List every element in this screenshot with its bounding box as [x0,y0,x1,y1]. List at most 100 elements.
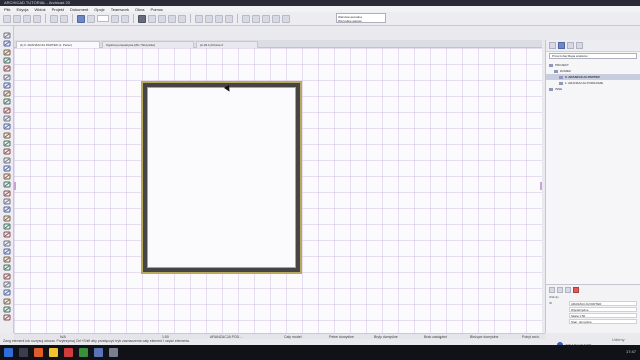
clone-icon[interactable] [557,286,563,293]
renovation-icon[interactable] [272,14,280,23]
elevation-icon[interactable] [158,14,166,23]
tab-floor-plan[interactable]: [1] 0. ARANŻACJA PARTER (1. Parter) [16,41,100,48]
library-icon[interactable] [225,14,233,23]
start-icon[interactable] [4,348,13,357]
menu-item-pomoc[interactable]: Pomoc [151,7,163,12]
door-tool-icon[interactable] [3,115,11,122]
opening-tool-icon[interactable] [3,140,11,147]
zone-tool-icon[interactable] [3,173,11,180]
delete-icon[interactable] [573,286,579,293]
media-icon[interactable] [64,348,73,357]
menu-item-edycja[interactable]: Edycja [16,7,28,12]
property-value[interactable]: Współrzędne [569,306,637,312]
figure-tool-icon[interactable] [3,306,11,313]
attributes-icon[interactable] [242,14,250,23]
render-icon[interactable] [205,14,213,23]
project-map-icon[interactable] [549,42,556,49]
model-view-icon[interactable] [262,14,270,23]
marquee-tool-icon[interactable] [87,14,95,23]
skylight-tool-icon[interactable] [3,98,11,105]
column-tool-icon[interactable] [3,57,11,64]
tree-item[interactable]: INNE [546,86,640,92]
view-map-icon[interactable] [558,42,565,49]
mesh-tool-icon[interactable] [3,165,11,172]
search-icon[interactable] [19,348,28,357]
new-folder-icon[interactable] [549,286,555,293]
camera-tool-icon[interactable] [3,298,11,305]
menu-item-okna[interactable]: Okna [135,7,145,12]
publish-icon[interactable] [215,14,223,23]
stair-tool-icon[interactable] [3,148,11,155]
new-icon[interactable] [3,14,11,23]
quick-option[interactable]: Bryły domyślne [374,334,398,340]
menu-item-opcje[interactable]: Opcje [94,7,104,12]
beam-tool-icon[interactable] [3,65,11,72]
drawing-canvas[interactable] [14,48,542,333]
section-tool-icon[interactable] [3,273,11,280]
railing-tool-icon[interactable] [3,157,11,164]
menu-item-teamwork[interactable]: Teamwork [111,7,129,12]
property-value[interactable]: Skala 1:50 [569,312,637,318]
property-value[interactable]: ARANŻACJA PARTER [569,300,637,306]
shell-tool-icon[interactable] [3,90,11,97]
section-icon[interactable] [148,14,156,23]
level-tool-icon[interactable] [3,206,11,213]
undo-icon[interactable] [50,14,58,23]
navigator-combo[interactable]: Przeczuhaj Mapa widoków [549,53,637,59]
corner-window-tool-icon[interactable] [3,132,11,139]
arrow-tool-icon[interactable] [3,32,11,39]
spline-tool-icon[interactable] [3,314,11,321]
menu-item-widok[interactable]: Widok [34,7,45,12]
roof-tool-icon[interactable] [3,82,11,89]
settings-icon[interactable] [168,14,176,23]
app-icon[interactable] [109,348,118,357]
tab-section[interactable]: [A-03.1] Rzunie 0 [196,41,258,48]
layout-book-icon[interactable] [567,42,574,49]
dimension-tool-icon[interactable] [3,198,11,205]
publisher-icon[interactable] [576,42,583,49]
print-icon[interactable] [33,14,41,23]
lamp-tool-icon[interactable] [3,190,11,197]
tool-dropdown[interactable] [97,15,109,22]
layer-combo-select[interactable]: Warstwa aamalna Wszystkie warstw [336,13,386,23]
menu-item-dokument[interactable]: Dokument [70,7,88,12]
open-icon[interactable] [13,14,21,23]
teamwork-icon[interactable] [195,14,203,23]
snap-icon[interactable] [121,14,129,23]
arrow-tool-icon[interactable] [77,14,85,23]
room-interior[interactable] [147,87,296,268]
quick-option[interactable]: Bieżące domyślne [470,334,498,340]
browser-icon[interactable] [34,348,43,357]
drawing-tool-icon[interactable] [3,264,11,271]
grid-icon[interactable] [111,14,119,23]
menu-item-projekt[interactable]: Projekt [52,7,64,12]
layers-icon[interactable] [178,14,186,23]
polyline-tool-icon[interactable] [3,256,11,263]
archicad-taskbar-icon[interactable] [94,348,103,357]
fill-tool-icon[interactable] [3,231,11,238]
object-tool-icon[interactable] [3,181,11,188]
tab-3d-perspective[interactable]: Ogólna perspektywa [3D / Wszystko] [102,41,194,48]
menu-item-plik[interactable]: Plik [4,7,10,12]
room-walls[interactable] [141,81,302,274]
quick-option[interactable]: Pobyt arch. [522,334,540,340]
label-tool-icon[interactable] [3,223,11,230]
folder-icon[interactable] [49,348,58,357]
graphic-override-icon[interactable] [282,14,290,23]
arc-tool-icon[interactable] [3,248,11,255]
line-tool-icon[interactable] [3,240,11,247]
slab-tool-icon[interactable] [3,74,11,81]
sheet-icon[interactable] [79,348,88,357]
new-view-icon[interactable] [565,286,571,293]
wall-tool-icon[interactable] [3,49,11,56]
pen-sets-icon[interactable] [252,14,260,23]
marquee-tool-icon[interactable] [3,40,11,47]
quick-option[interactable]: Pełne domyślne [329,334,354,340]
detail-tool-icon[interactable] [3,289,11,296]
window-tool-icon[interactable] [3,123,11,130]
3d-view-icon[interactable] [138,14,146,23]
text-tool-icon[interactable] [3,215,11,222]
save-icon[interactable] [23,14,31,23]
property-value[interactable]: Stan: domyślne [569,318,637,324]
elevation-tool-icon[interactable] [3,281,11,288]
